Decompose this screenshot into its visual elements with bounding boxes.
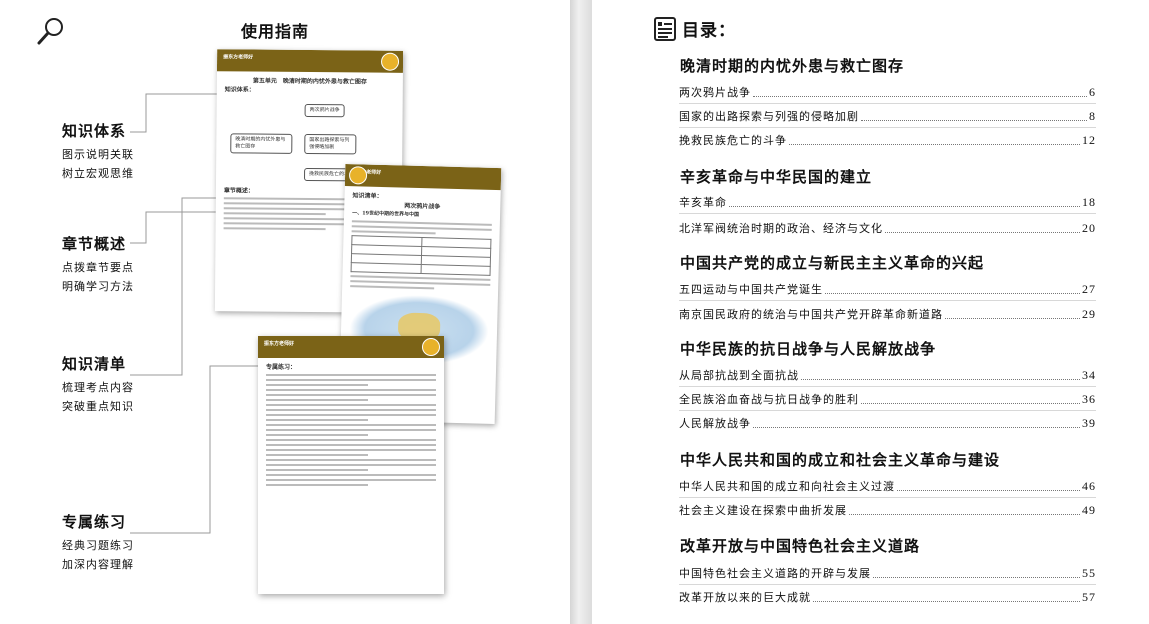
page-header-band: 振东方老师好 — [216, 49, 404, 73]
toc-chapter-title[interactable]: 晚清时期的内忧外患与救亡图存 — [680, 55, 904, 76]
toc-entry[interactable]: 辛亥革命 18 — [679, 190, 1096, 210]
page-header-band: 振东方老师好 — [344, 164, 502, 191]
section-desc-line: 加深内容理解 — [62, 558, 134, 571]
section-desc: 点拨章节要点 明确学习方法 — [62, 258, 134, 296]
brand-text: 振东方老师好 — [223, 54, 254, 61]
page-gutter — [570, 0, 592, 624]
toc-entry[interactable]: 中华人民共和国的成立和向社会主义过渡 46 — [679, 474, 1096, 494]
subheading: 一、19世纪中期的世界与中国 — [352, 210, 420, 218]
mascot-icon — [422, 338, 440, 356]
section-desc: 经典习题练习 加深内容理解 — [62, 536, 134, 574]
section-title: 专属练习 — [62, 513, 127, 531]
toc-chapter-title[interactable]: 中国共产党的成立与新民主主义革命的兴起 — [680, 252, 984, 273]
toc-entry[interactable]: 人民解放战争 39 — [679, 411, 1096, 431]
sample-table — [351, 235, 492, 276]
section-desc-line: 经典习题练习 — [62, 539, 134, 552]
mascot-icon — [348, 166, 368, 185]
toc-chapter-title[interactable]: 改革开放与中国特色社会主义道路 — [680, 535, 920, 556]
section-title: 知识体系 — [62, 122, 127, 140]
mascot-icon — [380, 52, 400, 71]
section-title: 章节概述 — [62, 235, 127, 253]
toc-header: 目录： — [654, 16, 736, 41]
section-desc: 梳理考点内容 突破重点知识 — [62, 378, 134, 416]
toc-entry[interactable]: 北洋军阀统治时期的政治、经济与文化 20 — [679, 216, 1096, 236]
guide-section-knowledge-list: 知识清单 梳理考点内容 突破重点知识 — [62, 353, 134, 416]
tree-label: 知识体系： — [224, 86, 255, 94]
toc-entry[interactable]: 全民族浴血奋战与抗日战争的胜利 36 — [679, 387, 1096, 407]
section-desc: 图示说明关联 树立宏观思维 — [62, 145, 134, 183]
section-desc-line: 点拨章节要点 — [62, 261, 134, 274]
toc-entry[interactable]: 从局部抗战到全面抗战 34 — [679, 363, 1096, 383]
guide-section-practice: 专属练习 经典习题练习 加深内容理解 — [62, 511, 134, 574]
toc-entry[interactable]: 五四运动与中国共产党诞生 27 — [679, 277, 1096, 297]
toc-entry[interactable]: 挽救民族危亡的斗争 12 — [679, 128, 1096, 148]
toc-entry[interactable]: 改革开放以来的巨大成就 57 — [679, 585, 1096, 605]
section-desc-line: 明确学习方法 — [62, 280, 134, 293]
section-title: 知识清单 — [62, 355, 127, 373]
toc-chapter-title[interactable]: 辛亥革命与中华民国的建立 — [680, 166, 872, 187]
brand-text: 振东方老师好 — [264, 341, 295, 347]
section-desc-line: 树立宏观思维 — [62, 167, 134, 180]
section-desc-line: 突破重点知识 — [62, 400, 134, 413]
section-desc-line: 梳理考点内容 — [62, 381, 134, 394]
toc-title: 目录： — [682, 21, 736, 41]
sample-page-practice: 振东方老师好 专属练习： — [258, 336, 444, 594]
unit-title: 第五单元 晚清时期的内忧外患与救亡图存 — [252, 77, 367, 86]
mind-map-branch: 国家出路探索与列强侵略加剧 — [304, 133, 357, 155]
book-list-icon — [654, 16, 676, 41]
toc-entry[interactable]: 南京国民政府的统治与中国共产党开辟革命新道路 29 — [679, 302, 1096, 322]
mind-map-branch: 两次鸦片战争 — [304, 103, 345, 118]
toc-entry[interactable]: 国家的出路探索与列强的侵略加剧 8 — [679, 104, 1096, 124]
guide-section-chapter-overview: 章节概述 点拨章节要点 明确学习方法 — [62, 233, 134, 296]
section-desc-line: 图示说明关联 — [62, 148, 134, 161]
mind-map-center: 晚清时期的内忧外患与救亡图存 — [230, 133, 293, 154]
toc-chapter-title[interactable]: 中华民族的抗日战争与人民解放战争 — [680, 338, 936, 359]
guide-section-knowledge-system: 知识体系 图示说明关联 树立宏观思维 — [62, 120, 134, 183]
toc-entry[interactable]: 中国特色社会主义道路的开辟与发展 55 — [679, 561, 1096, 581]
practice-label: 专属练习： — [266, 364, 297, 371]
page-header-band: 振东方老师好 — [258, 336, 444, 358]
toc-entry[interactable]: 两次鸦片战争 6 — [679, 80, 1096, 100]
toc-entry[interactable]: 社会主义建设在探索中曲折发展 49 — [679, 498, 1096, 518]
toc-chapter-title[interactable]: 中华人民共和国的成立和社会主义革命与建设 — [680, 449, 1000, 470]
